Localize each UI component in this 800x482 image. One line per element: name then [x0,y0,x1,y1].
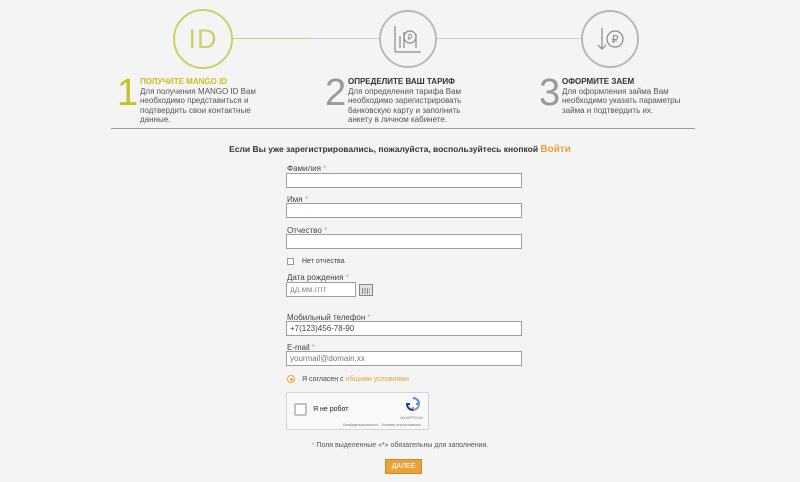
recaptcha-brand: reCAPTCHA [400,415,423,420]
terms-link[interactable]: общими условиями [346,376,409,383]
next-button[interactable]: ДАЛЕЕ [385,459,422,474]
login-prompt-text: Если Вы уже зарегистрировались, пожалуйс… [229,144,541,154]
svg-text:₽: ₽ [612,33,619,46]
recaptcha-label: Я не робот [313,406,349,413]
step-number: 2 [325,72,347,114]
calendar-icon[interactable] [359,284,373,296]
step-title: ПОЛУЧИТЕ MANGO ID [140,77,228,86]
recaptcha-links[interactable]: Конфиденциальность · Условия использован… [343,423,420,427]
birthdate-label: Дата рождения * [287,273,349,282]
step-description: Для оформления займа Вам необходимо указ… [562,86,681,115]
section-divider [111,128,695,129]
birthdate-field[interactable]: дд.мм.гггг [286,282,356,297]
agree-radio[interactable] [287,375,295,383]
step-2-circle: ₽ [379,10,437,68]
agree-text: Я согласен с общими условиями [302,376,409,383]
step-title: ОПРЕДЕЛИТЕ ВАШ ТАРИФ [348,77,455,86]
login-link[interactable]: Войти [540,144,571,155]
step-description: Для получения MANGO ID Вам необходимо пр… [140,86,256,125]
step-number: 3 [539,72,561,114]
email-field[interactable]: yourmail@domain.xx [286,351,522,366]
middlename-field[interactable] [286,234,522,249]
recaptcha-widget: Я не робот reCAPTCHA Конфиденциальность … [286,392,429,430]
no-middlename-label: Нет отчества [302,258,345,265]
step-1-circle: ID [173,9,233,69]
step-3-circle: ₽ [581,10,639,68]
lastname-field[interactable] [286,173,522,188]
firstname-field[interactable] [286,203,522,218]
ruble-down-icon: ₽ [597,28,624,50]
phone-field[interactable]: +7(123)456-78-90 [286,321,522,336]
tariff-chart-icon: ₽ [394,26,421,53]
recaptcha-checkbox[interactable] [294,403,307,416]
step-description: Для определения тарифа Вам необходимо за… [348,86,462,125]
step-title: ОФОРМИТЕ ЗАЕМ [562,77,635,86]
id-icon: ID [188,23,218,54]
login-prompt: Если Вы уже зарегистрировались, пожалуйс… [0,144,800,155]
lastname-label: Фамилия * [287,164,327,173]
svg-text:₽: ₽ [408,33,413,42]
recaptcha-logo-icon [406,397,420,411]
required-note: * Поля выделенные «*» обязательны для за… [311,442,489,449]
no-middlename-checkbox[interactable] [287,258,294,265]
step-number: 1 [117,72,139,114]
